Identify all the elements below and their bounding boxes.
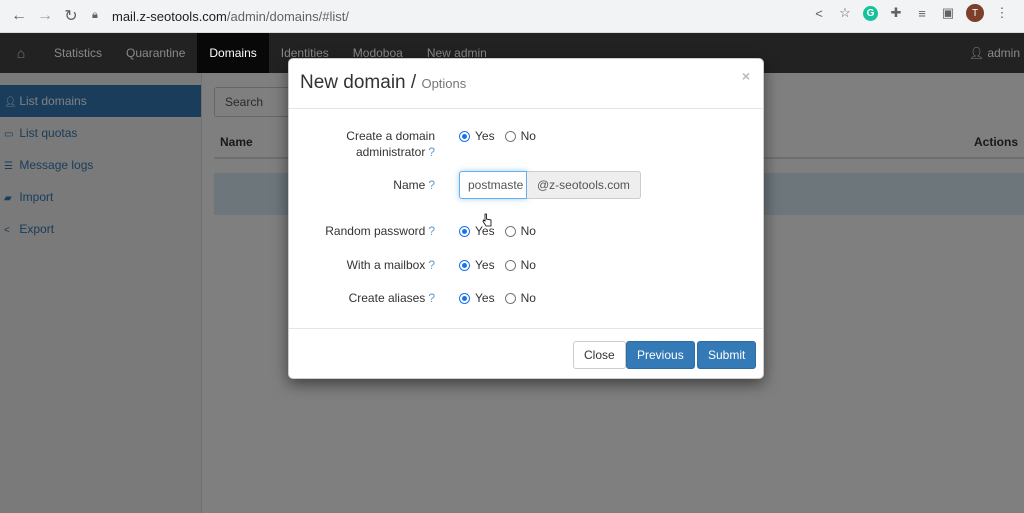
share-icon[interactable]: < (811, 5, 827, 21)
star-icon[interactable]: ☆ (837, 5, 853, 21)
address-bar[interactable]: 🔒︎ mail.z-seotools.com/admin/domains/#li… (92, 3, 852, 29)
previous-button[interactable]: Previous (626, 341, 695, 369)
radio-checked-icon (459, 225, 470, 237)
radio-group-create-aliases: Yes No (459, 291, 546, 305)
radio-label: No (520, 129, 536, 143)
radio-no[interactable]: No (504, 129, 536, 143)
radio-no[interactable]: No (504, 224, 536, 238)
radio-no[interactable]: No (504, 258, 536, 272)
user-icon: 👤︎ (968, 46, 984, 60)
url-path: /admin/domains/#list/ (226, 8, 349, 24)
back-icon[interactable]: ← (6, 3, 32, 29)
label-line: Create a domain (346, 129, 435, 143)
field-label-create-aliases: Create aliases? (349, 290, 435, 306)
user-menu[interactable]: 👤︎ admin (969, 33, 1020, 73)
side-panel-icon[interactable]: ▣ (940, 5, 956, 21)
radio-yes[interactable]: Yes (459, 129, 495, 143)
modal-title: New domain / Options (300, 72, 466, 94)
url-host: mail.z-seotools.com (112, 8, 227, 24)
name-field[interactable]: postmaste (459, 171, 527, 199)
menu-icon[interactable]: ⋮ (994, 5, 1010, 21)
reload-icon[interactable]: ↻ (58, 3, 84, 29)
radio-unchecked-icon (504, 130, 516, 142)
hand-cursor-icon (482, 213, 492, 227)
label-text: Random password (325, 224, 426, 238)
radio-no[interactable]: No (504, 291, 536, 305)
radio-label: Yes (475, 291, 495, 305)
help-icon[interactable]: ? (428, 178, 435, 192)
extensions-icon[interactable]: ✚ (888, 5, 904, 21)
modal-subtitle: Options (421, 76, 467, 91)
radio-yes[interactable]: Yes (459, 258, 495, 272)
label-line: administrator (355, 145, 426, 159)
radio-unchecked-icon (504, 259, 516, 271)
grammarly-icon[interactable]: G (863, 5, 878, 21)
label-text: Name (393, 178, 426, 192)
modal-footer: Close Previous Submit (289, 328, 763, 379)
field-label-name: Name? (393, 177, 435, 193)
help-icon[interactable]: ? (428, 291, 435, 305)
radio-label: Yes (475, 258, 495, 272)
name-input-group: postmaste @z-seotools.com (459, 171, 641, 199)
label-text: Create aliases (348, 291, 426, 305)
domain-suffix: @z-seotools.com (527, 171, 641, 199)
new-domain-modal: New domain / Options × Create a domain a… (288, 58, 764, 379)
radio-group-create-admin: Yes No (459, 129, 546, 143)
home-icon[interactable]: ⌂ (0, 45, 42, 61)
radio-unchecked-icon (504, 225, 516, 237)
radio-checked-icon (459, 259, 470, 271)
forward-icon[interactable]: → (32, 3, 58, 29)
browser-toolbar: ← → ↻ 🔒︎ mail.z-seotools.com/admin/domai… (0, 0, 1024, 33)
profile-avatar[interactable]: T (966, 4, 984, 22)
radio-unchecked-icon (504, 292, 516, 304)
radio-group-random-password: Yes No (459, 224, 546, 238)
submit-button[interactable]: Submit (697, 341, 757, 369)
nav-quarantine[interactable]: Quarantine (114, 33, 197, 73)
user-name: admin (987, 46, 1020, 60)
radio-label: No (520, 224, 536, 238)
field-label-random-password: Random password? (325, 223, 435, 239)
field-label-create-admin: Create a domain administrator? (346, 128, 435, 160)
help-icon[interactable]: ? (428, 258, 435, 272)
close-button[interactable]: Close (573, 341, 626, 369)
help-icon[interactable]: ? (428, 224, 435, 238)
radio-label: No (520, 258, 536, 272)
radio-checked-icon (459, 130, 470, 142)
radio-checked-icon (459, 292, 470, 304)
radio-label: No (520, 291, 536, 305)
nav-statistics[interactable]: Statistics (42, 33, 114, 73)
modal-title-text: New domain / (300, 72, 417, 93)
radio-group-with-mailbox: Yes No (459, 258, 546, 272)
close-icon[interactable]: × (742, 68, 750, 84)
lock-icon: 🔒︎ (92, 9, 98, 21)
radio-yes[interactable]: Yes (459, 291, 495, 305)
label-text: With a mailbox (346, 258, 426, 272)
help-icon[interactable]: ? (428, 145, 435, 159)
reading-list-icon[interactable]: ≡ (914, 5, 930, 21)
modal-header: New domain / Options × (289, 59, 763, 109)
field-label-with-mailbox: With a mailbox? (347, 257, 435, 273)
radio-label: Yes (475, 129, 495, 143)
nav-domains[interactable]: Domains (197, 33, 269, 73)
